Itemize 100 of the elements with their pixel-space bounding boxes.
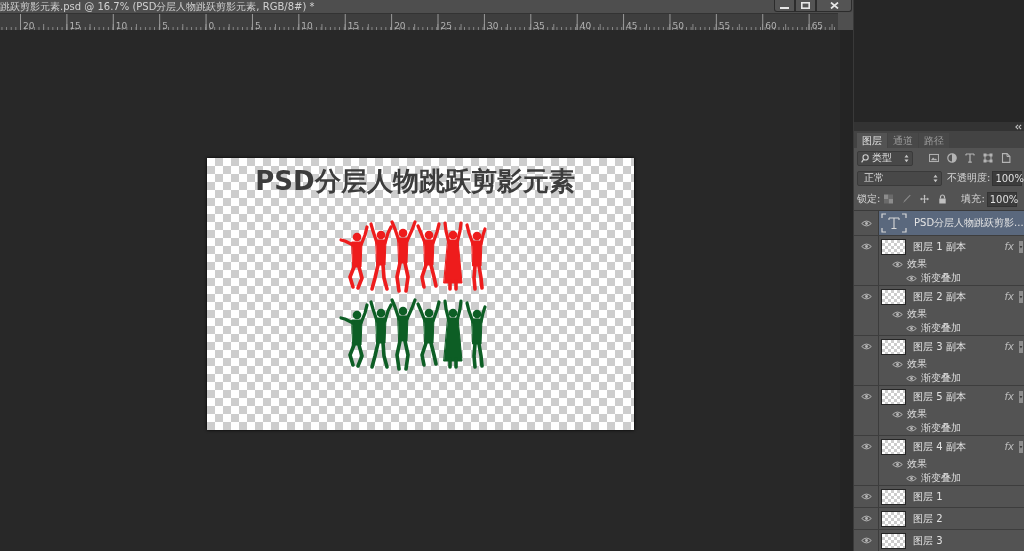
ruler-label: 5 xyxy=(161,21,168,30)
eye-icon[interactable] xyxy=(906,474,917,482)
ruler-label: 50 xyxy=(671,21,684,30)
effect-label: 渐变叠加 xyxy=(921,322,961,334)
eye-icon[interactable] xyxy=(860,219,872,227)
move-arrows-icon[interactable] xyxy=(920,194,930,204)
text-thumbnail-icon xyxy=(881,213,907,233)
up-down-caret-icon xyxy=(933,173,938,183)
effects-badge[interactable]: fx xyxy=(1004,391,1014,402)
checkerboard-thumbnail-icon xyxy=(881,238,906,255)
close-button[interactable] xyxy=(816,0,852,12)
effect-label: 渐变叠加 xyxy=(921,372,961,384)
checkerboard-thumbnail-icon xyxy=(881,532,906,549)
checkerboard-thumbnail-icon xyxy=(881,438,906,455)
lock-icon[interactable] xyxy=(938,194,948,204)
checkerboard-thumbnail-icon xyxy=(881,338,906,355)
eye-icon[interactable] xyxy=(860,243,872,250)
layer-name: 图层 5 副本 xyxy=(913,389,966,404)
half-circle-icon[interactable] xyxy=(947,153,957,163)
ruler-label: 20 xyxy=(22,21,35,30)
eye-icon[interactable] xyxy=(906,324,917,332)
eye-icon[interactable] xyxy=(892,410,903,418)
eye-icon[interactable] xyxy=(906,274,917,282)
brush-icon[interactable] xyxy=(902,194,912,204)
effects-badge[interactable]: fx xyxy=(1004,441,1014,452)
close-icon xyxy=(829,2,839,9)
layer-name: 图层 2 副本 xyxy=(913,289,966,304)
opacity-field[interactable]: 100% xyxy=(992,170,1023,186)
ruler-label: 0 xyxy=(207,21,215,30)
ruler-label: 10 xyxy=(300,21,313,30)
document-icon[interactable] xyxy=(1001,153,1011,163)
minimize-button[interactable] xyxy=(774,0,795,12)
effects-badge[interactable]: fx xyxy=(1004,241,1014,252)
filter-dropdown[interactable]: 类型 xyxy=(857,150,913,166)
layer-name: 图层 1 副本 xyxy=(913,239,966,254)
effect-label: 效果 xyxy=(907,258,927,270)
layer-row[interactable]: PSD分层人物跳跃剪影... xyxy=(854,211,1024,235)
effects-badge[interactable]: fx xyxy=(1004,291,1014,302)
fill-field[interactable]: 100% xyxy=(986,191,1017,207)
eye-icon[interactable] xyxy=(860,343,872,350)
checkerboard-thumbnail-icon xyxy=(881,488,906,505)
layer-row[interactable]: 图层 3 xyxy=(854,530,1024,551)
eye-icon[interactable] xyxy=(860,393,872,400)
ruler-label: 20 xyxy=(393,21,406,30)
layer-row[interactable]: 图层 2 xyxy=(854,508,1024,529)
panel-tab[interactable]: 通道 xyxy=(888,133,918,148)
layer-row[interactable]: 图层 1 副本 fx xyxy=(854,236,1024,257)
eye-icon[interactable] xyxy=(892,310,903,318)
effect-label: 效果 xyxy=(907,358,927,370)
effect-label: 渐变叠加 xyxy=(921,472,961,484)
ruler-label: 60 xyxy=(764,21,777,30)
panel-tab[interactable]: 路径 xyxy=(919,133,949,148)
eye-icon[interactable] xyxy=(892,360,903,368)
eye-icon[interactable] xyxy=(860,515,872,522)
maximize-button[interactable] xyxy=(795,0,816,12)
blend-mode-dropdown[interactable]: 正常 xyxy=(857,170,942,186)
checkerboard-thumbnail-icon xyxy=(881,510,906,527)
eye-icon[interactable] xyxy=(906,374,917,382)
document-title: 跳跃剪影元素.psd @ 16.7% (PSD分层人物跳跃剪影元素, RGB/8#) * xyxy=(0,0,315,13)
checkerboard-icon[interactable] xyxy=(884,194,894,204)
ruler-label: 30 xyxy=(485,21,499,30)
text-type-icon[interactable] xyxy=(965,153,975,163)
checkerboard-thumbnail-icon xyxy=(881,288,906,305)
eye-icon[interactable] xyxy=(860,293,872,300)
checkerboard-thumbnail-icon xyxy=(881,388,906,405)
ruler-label: 55 xyxy=(717,21,731,30)
effect-label: 效果 xyxy=(907,308,927,320)
layer-name: 图层 4 副本 xyxy=(913,439,966,454)
ruler-label: 25 xyxy=(439,21,452,30)
eye-icon[interactable] xyxy=(860,443,872,450)
ruler-label: 40 xyxy=(578,21,592,30)
maximize-icon xyxy=(801,2,810,9)
layer-row[interactable]: 图层 3 副本 fx xyxy=(854,336,1024,357)
transform-box-icon[interactable] xyxy=(983,153,993,163)
effects-badge[interactable]: fx xyxy=(1004,341,1014,352)
ruler-label: 35 xyxy=(532,21,545,30)
double-chevron-icon[interactable] xyxy=(1015,123,1022,130)
ruler-label: 65 xyxy=(810,21,824,30)
panel-tab[interactable]: 图层 xyxy=(857,133,887,148)
ruler-label: 10 xyxy=(114,21,128,30)
eye-icon[interactable] xyxy=(860,493,872,500)
layer-row[interactable]: 图层 1 xyxy=(854,486,1024,507)
eye-icon[interactable] xyxy=(860,537,872,544)
layer-name: 图层 2 xyxy=(913,511,943,526)
ruler-label: 5 xyxy=(253,21,261,30)
layer-row[interactable]: 图层 4 副本 fx xyxy=(854,436,1024,457)
layer-row[interactable]: 图层 2 副本 fx xyxy=(854,286,1024,307)
ruler-label: 15 xyxy=(68,21,81,30)
ruler-label: 15 xyxy=(346,21,360,30)
layer-name: 图层 3 副本 xyxy=(913,339,966,354)
canvas-heading: PSD分层人物跳跃剪影元素 xyxy=(255,165,575,197)
effect-label: 效果 xyxy=(907,408,927,420)
up-down-caret-icon xyxy=(904,153,909,163)
layer-name: 图层 3 xyxy=(913,533,943,548)
eye-icon[interactable] xyxy=(906,424,917,432)
eye-icon[interactable] xyxy=(892,460,903,468)
opacity-label: 不透明度: xyxy=(947,171,991,185)
layer-row[interactable]: 图层 5 副本 fx xyxy=(854,386,1024,407)
eye-icon[interactable] xyxy=(892,260,903,268)
image-icon[interactable] xyxy=(929,153,939,163)
